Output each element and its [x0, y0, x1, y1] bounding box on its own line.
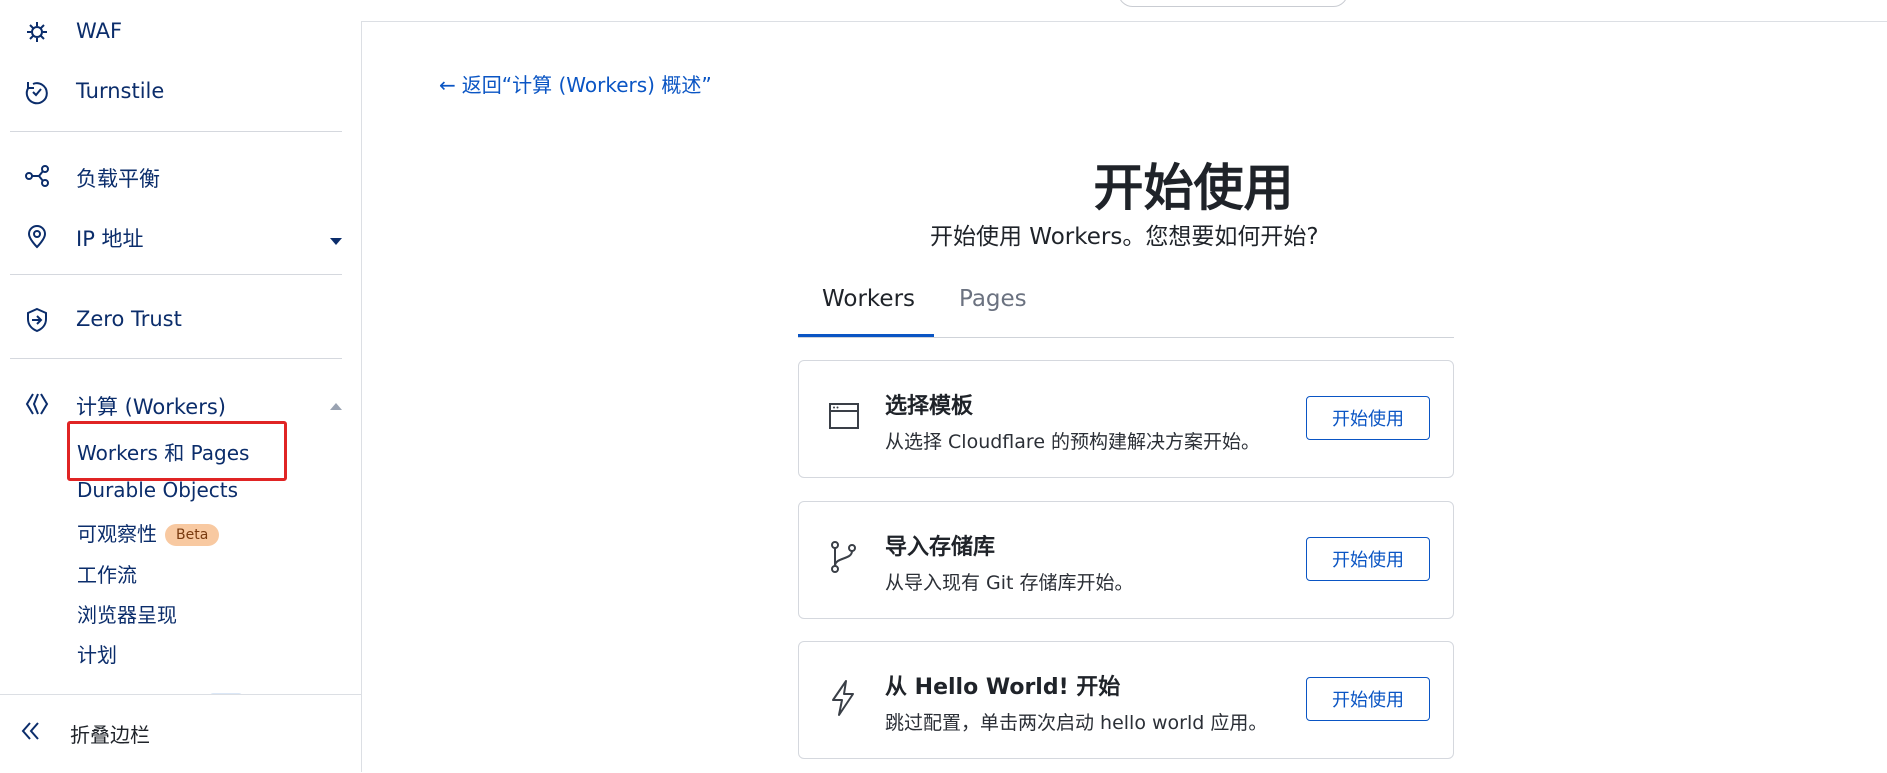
- sidebar-item-label: Turnstile: [76, 79, 165, 103]
- sidebar: WAF Turnstile 负载平衡 IP 地址 Zero Trust 计算 (…: [0, 19, 362, 773]
- collapse-sidebar-button[interactable]: 折叠边栏: [0, 694, 361, 773]
- sidebar-divider: [10, 358, 342, 359]
- option-card-template: 选择模板 从选择 Cloudflare 的预构建解决方案开始。 开始使用: [798, 360, 1454, 478]
- gear-shield-icon: [24, 19, 50, 45]
- zero-trust-icon: [24, 307, 50, 333]
- turnstile-icon: [24, 79, 50, 105]
- sidebar-item-label: WAF: [76, 19, 123, 43]
- sidebar-item-waf[interactable]: WAF: [0, 9, 361, 53]
- card-title: 选择模板: [885, 394, 974, 419]
- sidebar-divider: [10, 274, 342, 275]
- page-title: 开始使用: [1093, 159, 1294, 217]
- workers-icon: [24, 391, 50, 417]
- page-subtitle: 开始使用 Workers。您想要如何开始?: [930, 224, 1319, 250]
- card-description: 从选择 Cloudflare 的预构建解决方案开始。: [885, 431, 1261, 453]
- tabs: Workers Pages: [798, 280, 1454, 338]
- get-started-button[interactable]: 开始使用: [1306, 677, 1430, 721]
- arrow-left-icon: ←: [439, 73, 456, 97]
- back-link-label: 返回“计算 (Workers) 概述”: [461, 73, 712, 97]
- sidebar-subitem-label: 可观察性: [77, 522, 157, 546]
- sidebar-item-turnstile[interactable]: Turnstile: [0, 69, 361, 113]
- browser-window-icon: [829, 403, 859, 433]
- location-pin-icon: [24, 223, 50, 249]
- card-description: 跳过配置，单击两次启动 hello world 应用。: [885, 712, 1268, 734]
- sidebar-item-zero-trust[interactable]: Zero Trust: [0, 297, 361, 341]
- sidebar-item-label: IP 地址: [76, 227, 144, 251]
- card-title: 导入存储库: [885, 535, 996, 560]
- option-card-import-repo: 导入存储库 从导入现有 Git 存储库开始。 开始使用: [798, 501, 1454, 619]
- tab-workers[interactable]: Workers: [822, 286, 915, 312]
- sidebar-subitem-workflows[interactable]: 工作流: [77, 559, 137, 588]
- chevron-up-icon[interactable]: [329, 396, 343, 415]
- option-card-hello-world: 从 Hello World! 开始 跳过配置，单击两次启动 hello worl…: [798, 641, 1454, 759]
- lightning-icon: [829, 679, 857, 721]
- search-box-edge[interactable]: [1118, 0, 1348, 7]
- page-title-wrap: 开始使用: [0, 148, 1887, 220]
- sidebar-item-compute-workers[interactable]: 计算 (Workers): [0, 381, 361, 425]
- sidebar-item-label: Zero Trust: [76, 307, 182, 331]
- card-description: 从导入现有 Git 存储库开始。: [885, 572, 1134, 594]
- card-title: 从 Hello World! 开始: [885, 675, 1121, 700]
- git-branch-icon: [829, 540, 859, 578]
- chevron-down-icon[interactable]: [329, 231, 343, 250]
- get-started-button[interactable]: 开始使用: [1306, 537, 1430, 581]
- tab-pages[interactable]: Pages: [959, 286, 1027, 312]
- sidebar-subitem-plans[interactable]: 计划: [77, 639, 117, 668]
- sidebar-subitem-durable-objects[interactable]: Durable Objects: [77, 478, 238, 502]
- collapse-sidebar-label: 折叠边栏: [70, 723, 150, 747]
- active-tab-indicator: [798, 334, 934, 337]
- get-started-button[interactable]: 开始使用: [1306, 396, 1430, 440]
- sidebar-subitem-observability[interactable]: 可观察性 Beta: [77, 518, 220, 547]
- double-chevron-left-icon: [20, 721, 42, 745]
- sidebar-divider: [10, 131, 342, 132]
- sidebar-subitem-browser-rendering[interactable]: 浏览器呈现: [77, 599, 177, 628]
- sidebar-item-label: 计算 (Workers): [76, 395, 226, 419]
- back-link[interactable]: ← 返回“计算 (Workers) 概述”: [439, 69, 712, 98]
- sidebar-subitem-workers-pages[interactable]: Workers 和 Pages: [77, 437, 249, 466]
- beta-badge: Beta: [165, 524, 220, 546]
